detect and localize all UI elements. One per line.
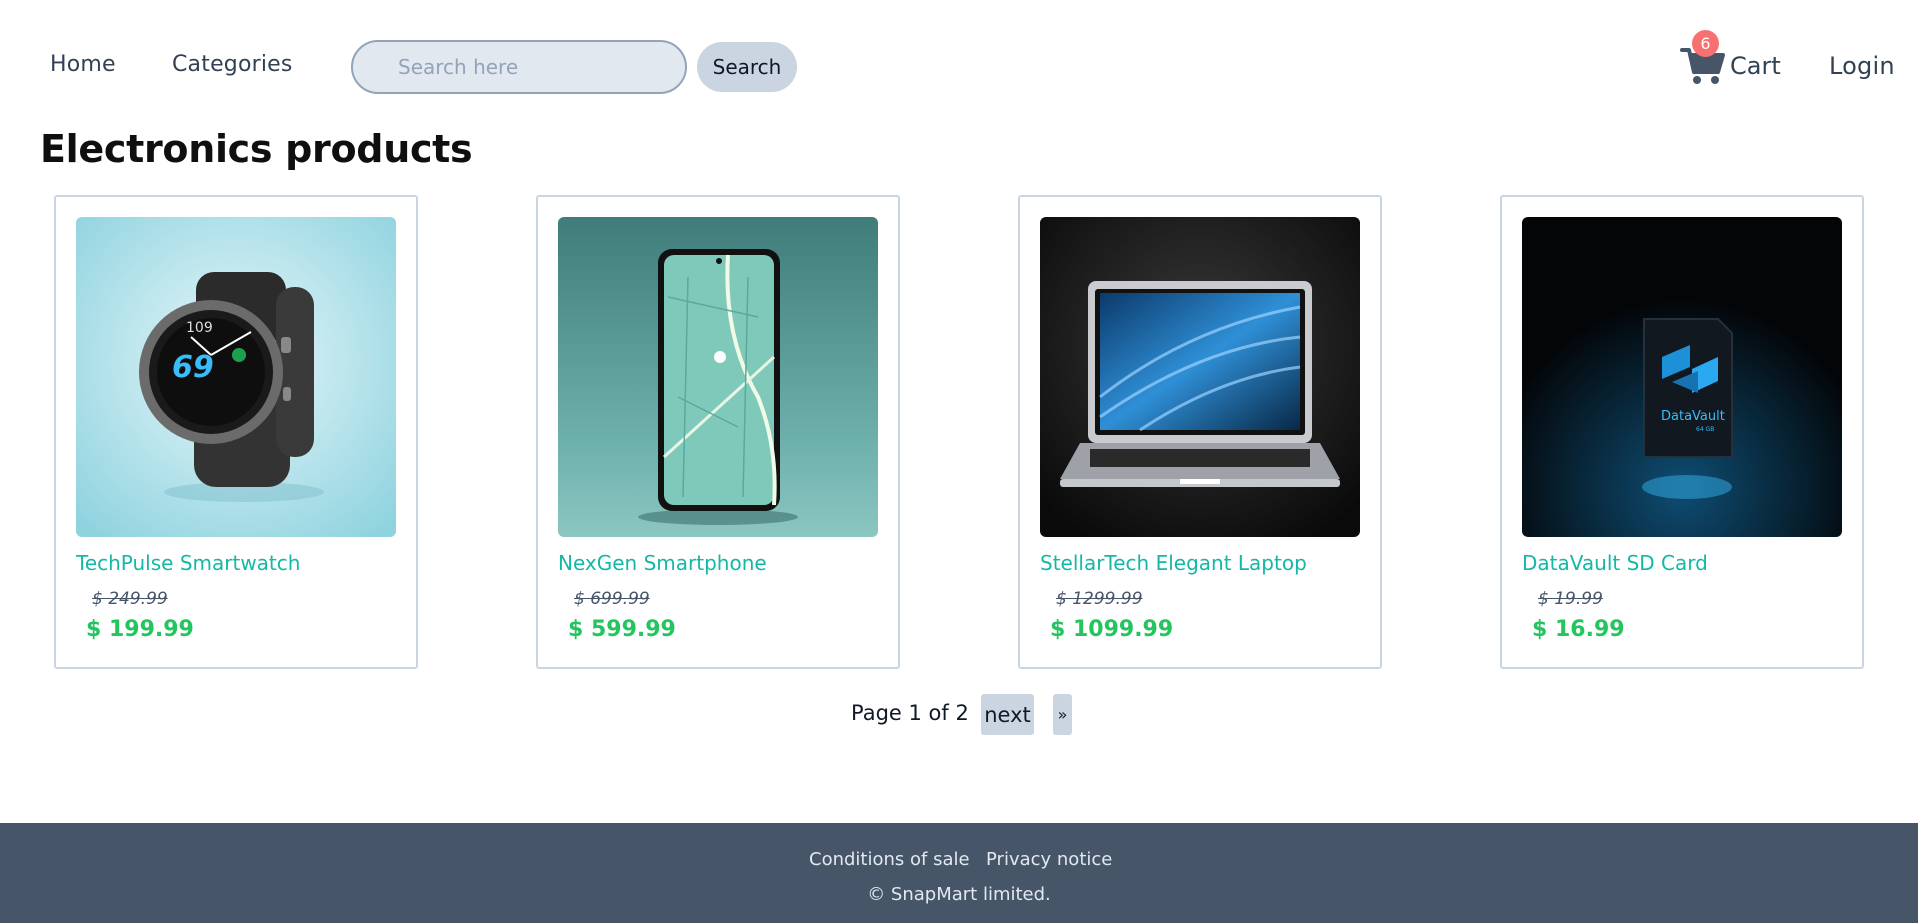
footer: Conditions of sale Privacy notice © Snap… bbox=[0, 823, 1918, 923]
product-price: $ 199.99 bbox=[86, 617, 194, 642]
svg-text:109: 109 bbox=[186, 320, 213, 336]
laptop-image[interactable] bbox=[1040, 217, 1360, 537]
product-card[interactable]: NexGen Smartphone $ 699.99 $ 599.99 bbox=[536, 195, 900, 669]
nav-categories-link[interactable]: Categories bbox=[172, 52, 293, 77]
top-navbar: Home Categories Search 6 Cart Login bbox=[0, 0, 1918, 134]
product-name[interactable]: NexGen Smartphone bbox=[558, 551, 767, 575]
cart-count-badge: 6 bbox=[1692, 30, 1719, 57]
svg-text:64 GB: 64 GB bbox=[1696, 426, 1714, 433]
sd-card-image[interactable]: DataVault 64 GB bbox=[1522, 217, 1842, 537]
smartphone-image[interactable] bbox=[558, 217, 878, 537]
product-card[interactable]: 109 69 TechPulse Smartwatch $ 249.99 $ 1… bbox=[54, 195, 418, 669]
conditions-of-sale-link[interactable]: Conditions of sale bbox=[809, 849, 970, 870]
product-name[interactable]: StellarTech Elegant Laptop bbox=[1040, 551, 1307, 575]
product-old-price: $ 249.99 bbox=[92, 589, 168, 609]
product-price: $ 1099.99 bbox=[1050, 617, 1174, 642]
svg-text:DataVault: DataVault bbox=[1661, 409, 1725, 424]
product-card[interactable]: DataVault 64 GB DataVault SD Card $ 19.9… bbox=[1500, 195, 1864, 669]
copyright-text: © SnapMart limited. bbox=[867, 884, 1051, 905]
product-name[interactable]: TechPulse Smartwatch bbox=[76, 551, 300, 575]
last-page-button[interactable]: » bbox=[1053, 694, 1072, 735]
product-old-price: $ 1299.99 bbox=[1056, 589, 1143, 609]
search-input[interactable] bbox=[351, 40, 687, 94]
smartwatch-image[interactable]: 109 69 bbox=[76, 217, 396, 537]
product-old-price: $ 699.99 bbox=[574, 589, 650, 609]
nav-home-link[interactable]: Home bbox=[50, 52, 116, 77]
cart-label: Cart bbox=[1730, 52, 1781, 80]
product-name[interactable]: DataVault SD Card bbox=[1522, 551, 1708, 575]
search-button[interactable]: Search bbox=[697, 42, 797, 92]
product-price: $ 16.99 bbox=[1532, 617, 1625, 642]
page-title: Electronics products bbox=[40, 127, 473, 171]
product-price: $ 599.99 bbox=[568, 617, 676, 642]
next-page-button[interactable]: next bbox=[981, 694, 1034, 735]
page-indicator: Page 1 of 2 bbox=[851, 701, 969, 725]
product-old-price: $ 19.99 bbox=[1538, 589, 1603, 609]
login-link[interactable]: Login bbox=[1829, 52, 1895, 80]
cart-link[interactable]: 6 Cart bbox=[1680, 30, 1790, 90]
svg-text:69: 69 bbox=[172, 350, 214, 385]
privacy-notice-link[interactable]: Privacy notice bbox=[986, 849, 1112, 870]
product-card[interactable]: StellarTech Elegant Laptop $ 1299.99 $ 1… bbox=[1018, 195, 1382, 669]
